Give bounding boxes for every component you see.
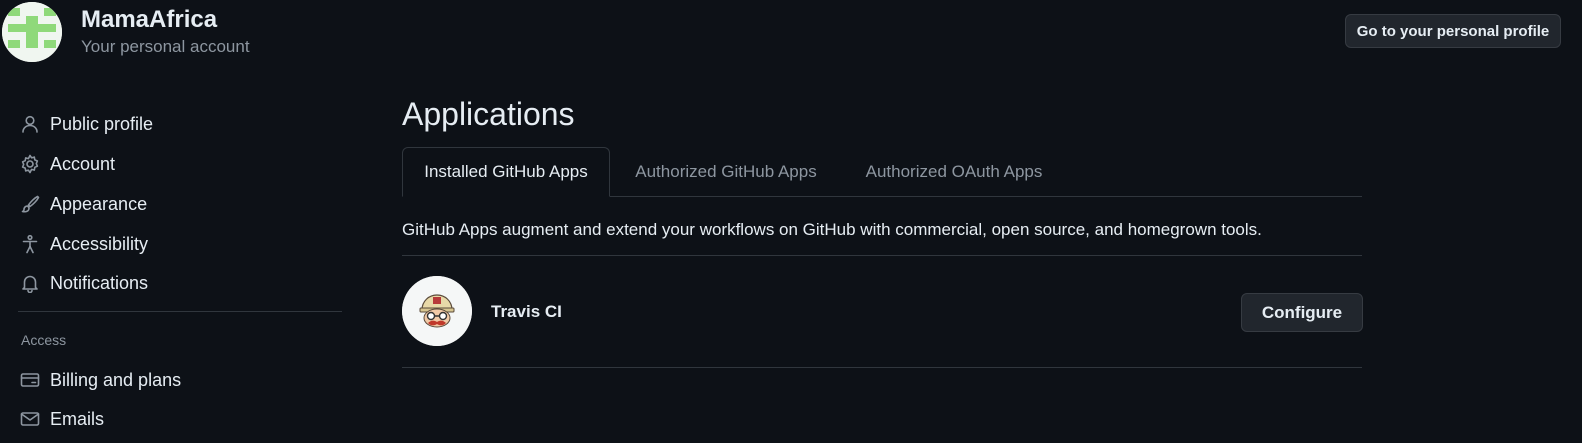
sidebar-item-emails[interactable]: Emails	[20, 405, 104, 433]
identicon-image	[2, 2, 62, 62]
configure-button[interactable]: Configure	[1241, 293, 1363, 332]
divider	[402, 367, 1362, 368]
person-icon	[22, 115, 38, 133]
sidebar-item-billing[interactable]: Billing and plans	[20, 366, 181, 394]
sidebar-section-heading: Access	[21, 332, 67, 348]
settings-page: MamaAfrica Your personal account Go to y…	[0, 0, 1582, 443]
sidebar-item-accessibility[interactable]: Accessibility	[20, 230, 148, 258]
tab-authorized-github-apps[interactable]: Authorized GitHub Apps	[618, 147, 834, 197]
tab-authorized-oauth-apps[interactable]: Authorized OAuth Apps	[848, 147, 1060, 197]
credit-card-icon	[20, 373, 40, 387]
page-title: Applications	[402, 96, 575, 132]
sidebar-item-notifications[interactable]: Notifications	[20, 269, 148, 297]
avatar[interactable]	[2, 2, 62, 62]
bell-icon	[22, 275, 38, 293]
app-name[interactable]: Travis CI	[491, 302, 562, 322]
sidebar-item-account[interactable]: Account	[20, 150, 115, 178]
sidebar-item-label: Emails	[50, 408, 105, 429]
account-name[interactable]: MamaAfrica	[81, 6, 217, 34]
account-subtitle: Your personal account	[81, 37, 250, 56]
intro-text: GitHub Apps augment and extend your work…	[402, 220, 1262, 239]
sidebar-item-label: Public profile	[50, 113, 154, 134]
accessibility-icon	[22, 234, 38, 254]
travis-ci-logo[interactable]	[402, 276, 472, 346]
sidebar-item-label: Billing and plans	[50, 369, 182, 390]
sidebar-divider	[18, 311, 342, 312]
mail-icon	[20, 412, 40, 426]
tab-installed-github-apps[interactable]: Installed GitHub Apps	[402, 147, 610, 197]
sidebar-item-label: Notifications	[50, 272, 149, 293]
divider	[402, 255, 1362, 256]
sidebar-item-label: Accessibility	[50, 233, 149, 254]
travis-ci-logo-image	[402, 276, 472, 346]
sidebar-item-label: Account	[50, 153, 116, 174]
gear-icon	[21, 154, 39, 174]
sidebar-item-label: Appearance	[50, 193, 148, 214]
go-to-profile-button[interactable]: Go to your personal profile	[1345, 14, 1561, 48]
paintbrush-icon	[21, 195, 40, 213]
sidebar-item-public-profile[interactable]: Public profile	[20, 110, 153, 138]
sidebar-item-appearance[interactable]: Appearance	[20, 190, 147, 218]
